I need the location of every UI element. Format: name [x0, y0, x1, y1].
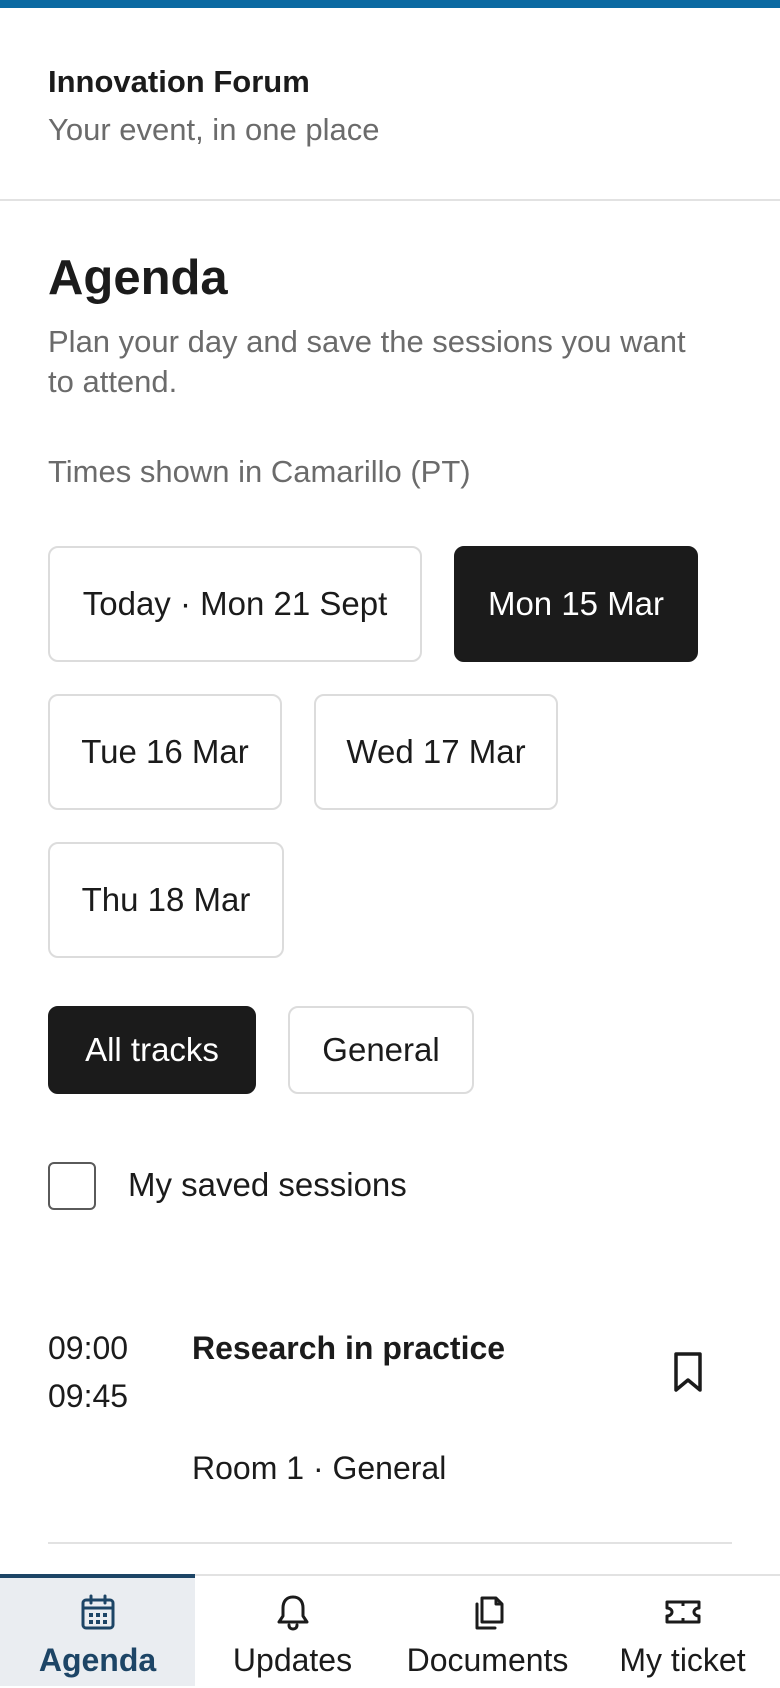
tab-documents[interactable]: Documents	[390, 1576, 585, 1688]
ticket-icon	[661, 1590, 705, 1634]
top-accent-bar	[0, 0, 780, 8]
tab-agenda[interactable]: Agenda	[0, 1574, 195, 1686]
timezone-note: Times shown in Camarillo (PT)	[48, 454, 471, 489]
tab-updates[interactable]: Updates	[195, 1576, 390, 1688]
saved-sessions-label[interactable]: My saved sessions	[128, 1166, 407, 1204]
track-filter-general[interactable]: General	[288, 1006, 474, 1094]
app-title: Innovation Forum	[48, 64, 310, 99]
day-chip-wed-17-mar[interactable]: Wed 17 Mar	[314, 694, 558, 810]
day-chip-today[interactable]: Today · Mon 21 Sept	[48, 546, 422, 662]
session-title[interactable]: Research in practice	[192, 1330, 505, 1367]
bell-icon	[271, 1590, 315, 1634]
session-room-track: Room 1 · General	[192, 1450, 447, 1486]
tab-documents-label: Documents	[406, 1642, 569, 1678]
bottom-tab-bar: Agenda Updates Documents My ticket	[0, 1574, 780, 1688]
tab-my-ticket-label: My ticket	[619, 1642, 746, 1678]
day-chip-tue-16-mar[interactable]: Tue 16 Mar	[48, 694, 282, 810]
session-end-time: 09:45	[48, 1378, 129, 1414]
day-chip-mon-15-mar[interactable]: Mon 15 Mar	[454, 546, 698, 662]
calendar-icon	[76, 1590, 120, 1634]
page-description: Plan your day and save the sessions you …	[48, 324, 686, 399]
track-filter-all-tracks[interactable]: All tracks	[48, 1006, 256, 1094]
tab-my-ticket[interactable]: My ticket	[585, 1576, 780, 1688]
bookmark-icon[interactable]	[668, 1350, 708, 1394]
saved-sessions-checkbox[interactable]	[48, 1162, 96, 1210]
app-header: Innovation Forum Your event, in one plac…	[0, 8, 780, 201]
session-item[interactable]: 09:00 09:45 Research in practice Room 1 …	[48, 1330, 732, 1544]
day-chip-thu-18-mar[interactable]: Thu 18 Mar	[48, 842, 284, 958]
tab-updates-label: Updates	[232, 1642, 353, 1678]
app-subtitle: Your event, in one place	[48, 112, 380, 147]
page-title: Agenda	[48, 251, 228, 305]
tab-agenda-label: Agenda	[38, 1642, 157, 1678]
documents-icon	[466, 1590, 510, 1634]
session-start-time: 09:00	[48, 1330, 129, 1366]
